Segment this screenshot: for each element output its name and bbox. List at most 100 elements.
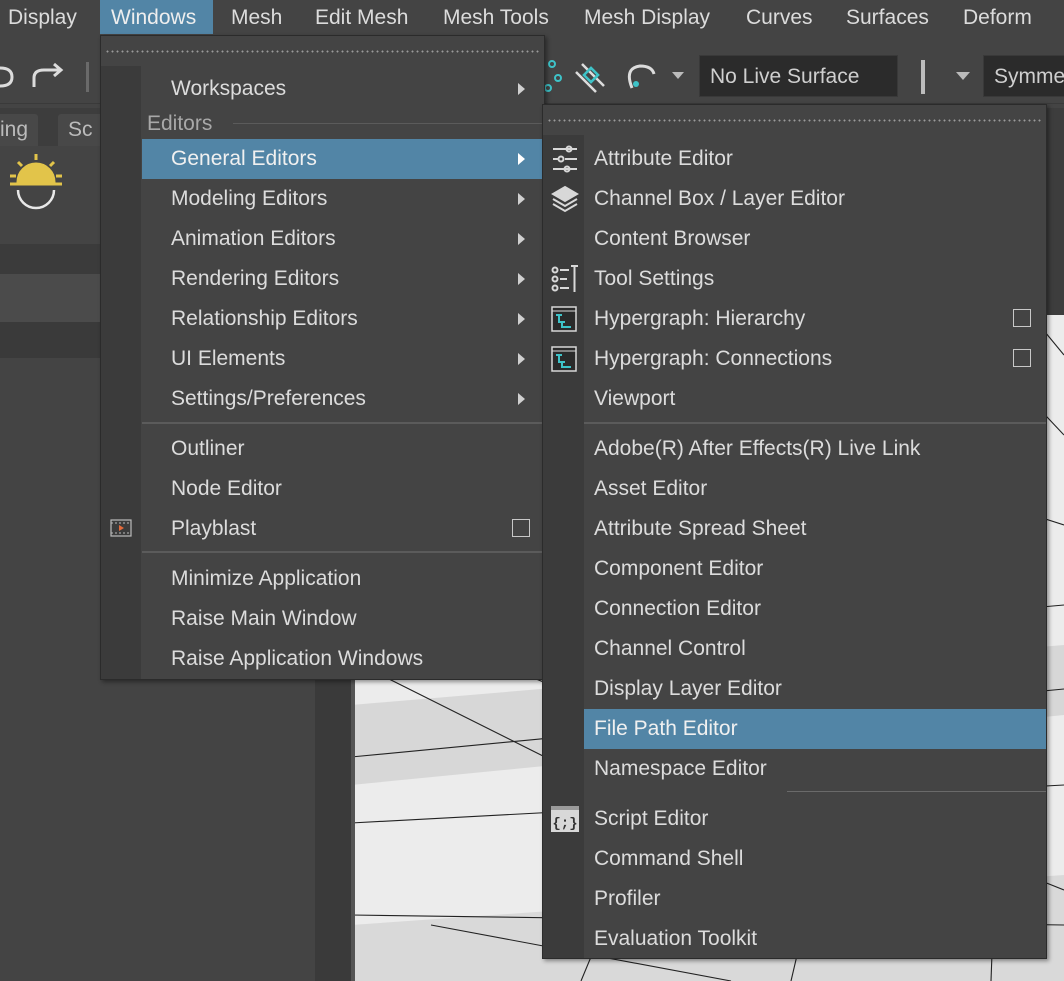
attribute-editor-icon <box>553 145 577 173</box>
tool-settings-icon <box>551 265 578 292</box>
menu-item-outliner[interactable]: Outliner <box>101 429 544 469</box>
submenu-arrow-icon <box>518 313 525 325</box>
general-editors-submenu: Attribute Editor Channel Box / Layer Edi… <box>542 104 1047 959</box>
option-box-checkbox[interactable] <box>512 519 530 537</box>
menu-item-label: Display Layer Editor <box>594 677 782 700</box>
redo-icon[interactable] <box>32 62 64 87</box>
menu-item-component-editor[interactable]: Component Editor <box>543 549 1046 589</box>
menu-item-after-effects-live-link[interactable]: Adobe(R) After Effects(R) Live Link <box>543 429 1046 469</box>
undo-icon[interactable] <box>0 66 14 88</box>
menu-item-label: Namespace Editor <box>594 757 767 780</box>
menu-item-label: Tool Settings <box>594 267 715 290</box>
menu-item-channel-control[interactable]: Channel Control <box>543 629 1046 669</box>
menu-display[interactable]: Display <box>0 0 88 34</box>
playblast-icon <box>110 519 132 537</box>
menu-item-profiler[interactable]: Profiler <box>543 879 1046 919</box>
menu-item-workspaces[interactable]: Workspaces <box>101 69 544 109</box>
menu-item-connection-editor[interactable]: Connection Editor <box>543 589 1046 629</box>
menu-item-content-browser[interactable]: Content Browser <box>543 219 1046 259</box>
menu-item-label: Modeling Editors <box>171 187 328 210</box>
option-box-checkbox[interactable] <box>1013 349 1031 367</box>
menu-item-script-editor[interactable]: {;} Script Editor <box>543 799 1046 839</box>
snap-to-points-icon[interactable] <box>544 60 562 92</box>
menu-item-asset-editor[interactable]: Asset Editor <box>543 469 1046 509</box>
menu-item-label: Script Editor <box>594 807 709 830</box>
menu-item-modeling-editors[interactable]: Modeling Editors <box>101 179 544 219</box>
menu-item-file-path-editor[interactable]: File Path Editor <box>584 709 1046 749</box>
menu-item-raise-main-window[interactable]: Raise Main Window <box>101 599 544 639</box>
menu-item-attribute-editor[interactable]: Attribute Editor <box>543 139 1046 179</box>
undo-redo-group <box>0 62 89 92</box>
menu-item-minimize-application[interactable]: Minimize Application <box>101 559 544 599</box>
menu-separator <box>584 422 1046 424</box>
menu-item-evaluation-toolkit[interactable]: Evaluation Toolkit <box>543 919 1046 959</box>
menu-item-command-shell[interactable]: Command Shell <box>543 839 1046 879</box>
menu-item-label: Rendering Editors <box>171 267 340 290</box>
script-editor-icon: {;} <box>551 806 579 832</box>
symmetry-dropdown-icon[interactable] <box>955 70 971 82</box>
menu-item-label: Attribute Editor <box>594 147 733 170</box>
menu-item-relationship-editors[interactable]: Relationship Editors <box>101 299 544 339</box>
live-surface-field[interactable]: No Live Surface <box>699 55 898 97</box>
hypergraph-icon <box>551 346 577 372</box>
submenu-arrow-icon <box>518 353 525 365</box>
shelf-tab-rigging[interactable]: ing <box>0 114 39 146</box>
menu-edit-mesh[interactable]: Edit Mesh <box>304 0 419 34</box>
menu-item-ui-elements[interactable]: UI Elements <box>101 339 544 379</box>
menu-item-hypergraph-hierarchy[interactable]: Hypergraph: Hierarchy <box>543 299 1046 339</box>
menu-mesh-display[interactable]: Mesh Display <box>573 0 721 34</box>
menu-curves[interactable]: Curves <box>735 0 824 34</box>
menu-item-label: Component Editor <box>594 557 764 580</box>
menu-item-animation-editors[interactable]: Animation Editors <box>101 219 544 259</box>
menu-item-label: Minimize Application <box>171 567 362 590</box>
menu-item-label: Hypergraph: Connections <box>594 347 833 370</box>
snap-to-view-plane-icon[interactable] <box>627 64 656 89</box>
submenu-arrow-icon <box>518 83 525 95</box>
menu-item-channel-box-layer-editor[interactable]: Channel Box / Layer Editor <box>543 179 1046 219</box>
menu-item-label: Adobe(R) After Effects(R) Live Link <box>594 437 921 460</box>
svg-text:{;}: {;} <box>552 816 577 832</box>
menu-bar: Display Windows Mesh Edit Mesh Mesh Tool… <box>0 0 1064 35</box>
menu-mesh-tools[interactable]: Mesh Tools <box>432 0 560 34</box>
menu-mesh[interactable]: Mesh <box>220 0 293 34</box>
menu-item-viewport[interactable]: Viewport <box>543 379 1046 419</box>
tear-off-handle[interactable] <box>547 118 1042 124</box>
menu-item-label: Channel Box / Layer Editor <box>594 187 845 210</box>
section-divider <box>233 123 544 124</box>
channel-box-icon <box>551 185 579 213</box>
menu-item-namespace-editor[interactable]: Namespace Editor <box>543 749 1046 789</box>
menu-item-label: Settings/Preferences <box>171 387 366 410</box>
sun-light-icon[interactable] <box>8 152 64 212</box>
symmetry-field[interactable]: Symme <box>983 55 1064 97</box>
snap-tools-group <box>544 60 684 93</box>
menu-item-node-editor[interactable]: Node Editor <box>101 469 544 509</box>
menu-item-rendering-editors[interactable]: Rendering Editors <box>101 259 544 299</box>
menu-item-tool-settings[interactable]: Tool Settings <box>543 259 1046 299</box>
menu-item-label: Evaluation Toolkit <box>594 927 758 950</box>
menu-windows[interactable]: Windows <box>100 0 213 34</box>
hypergraph-icon <box>551 306 577 332</box>
section-editors: Editors <box>147 112 213 135</box>
option-box-checkbox[interactable] <box>1013 309 1031 327</box>
submenu-arrow-icon <box>518 193 525 205</box>
menu-item-label: Workspaces <box>171 77 287 100</box>
menu-item-general-editors[interactable]: General Editors <box>142 139 544 179</box>
menu-item-label: Relationship Editors <box>171 307 358 330</box>
menu-item-settings-preferences[interactable]: Settings/Preferences <box>101 379 544 419</box>
menu-deform[interactable]: Deform <box>952 0 1043 34</box>
menu-item-display-layer-editor[interactable]: Display Layer Editor <box>543 669 1046 709</box>
menu-surfaces[interactable]: Surfaces <box>835 0 940 34</box>
menu-item-raise-application-windows[interactable]: Raise Application Windows <box>101 639 544 679</box>
menu-item-label: Asset Editor <box>594 477 708 500</box>
menu-separator <box>142 422 544 424</box>
menu-item-label: General Editors <box>171 147 317 170</box>
submenu-arrow-icon <box>518 233 525 245</box>
tear-off-handle[interactable] <box>105 49 540 55</box>
menu-item-hypergraph-connections[interactable]: Hypergraph: Connections <box>543 339 1046 379</box>
menu-item-label: Attribute Spread Sheet <box>594 517 807 540</box>
snap-to-projected-center-icon[interactable] <box>575 63 605 93</box>
menu-item-playblast[interactable]: Playblast <box>101 509 544 549</box>
snap-dropdown-icon[interactable] <box>672 72 684 79</box>
menu-item-label: Playblast <box>171 517 257 540</box>
menu-item-attribute-spread-sheet[interactable]: Attribute Spread Sheet <box>543 509 1046 549</box>
